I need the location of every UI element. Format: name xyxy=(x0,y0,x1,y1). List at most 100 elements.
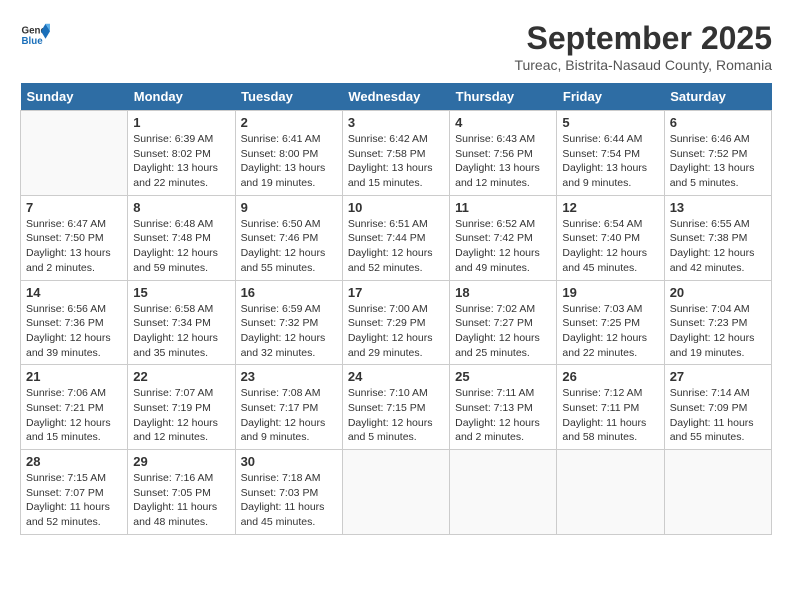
calendar-cell: 20 Sunrise: 7:04 AMSunset: 7:23 PMDayligh… xyxy=(664,280,771,365)
calendar-cell: 18 Sunrise: 7:02 AMSunset: 7:27 PMDayligh… xyxy=(450,280,557,365)
calendar-cell: 17 Sunrise: 7:00 AMSunset: 7:29 PMDayligh… xyxy=(342,280,449,365)
day-number: 8 xyxy=(133,200,229,215)
day-info: Sunrise: 7:18 AMSunset: 7:03 PMDaylight:… xyxy=(241,471,337,530)
day-number: 25 xyxy=(455,369,551,384)
day-info: Sunrise: 7:15 AMSunset: 7:07 PMDaylight:… xyxy=(26,471,122,530)
day-number: 15 xyxy=(133,285,229,300)
logo: General Blue xyxy=(20,20,50,50)
day-number: 2 xyxy=(241,115,337,130)
calendar-cell: 14 Sunrise: 6:56 AMSunset: 7:36 PMDayligh… xyxy=(21,280,128,365)
day-info: Sunrise: 7:12 AMSunset: 7:11 PMDaylight:… xyxy=(562,386,658,445)
calendar-cell: 10Sunrise: 6:51 AMSunset: 7:44 PMDayligh… xyxy=(342,195,449,280)
day-number: 23 xyxy=(241,369,337,384)
calendar-cell: 5Sunrise: 6:44 AMSunset: 7:54 PMDaylight… xyxy=(557,111,664,196)
calendar-cell xyxy=(450,450,557,535)
week-row-2: 7 Sunrise: 6:47 AMSunset: 7:50 PMDaylight… xyxy=(21,195,772,280)
day-number: 11 xyxy=(455,200,551,215)
day-info: Sunrise: 6:43 AMSunset: 7:56 PMDaylight:… xyxy=(455,132,551,191)
day-number: 19 xyxy=(562,285,658,300)
week-row-1: 1 Sunrise: 6:39 AMSunset: 8:02 PMDaylight… xyxy=(21,111,772,196)
calendar-cell: 30 Sunrise: 7:18 AMSunset: 7:03 PMDayligh… xyxy=(235,450,342,535)
calendar-cell: 9 Sunrise: 6:50 AMSunset: 7:46 PMDaylight… xyxy=(235,195,342,280)
calendar-cell: 12 Sunrise: 6:54 AMSunset: 7:40 PMDayligh… xyxy=(557,195,664,280)
week-row-3: 14 Sunrise: 6:56 AMSunset: 7:36 PMDayligh… xyxy=(21,280,772,365)
day-number: 27 xyxy=(670,369,766,384)
calendar-cell xyxy=(557,450,664,535)
day-info: Sunrise: 6:47 AMSunset: 7:50 PMDaylight:… xyxy=(26,217,122,276)
day-number: 12 xyxy=(562,200,658,215)
weekday-header-row: SundayMondayTuesdayWednesdayThursdayFrid… xyxy=(21,83,772,111)
day-info: Sunrise: 7:14 AMSunset: 7:09 PMDaylight:… xyxy=(670,386,766,445)
day-number: 16 xyxy=(241,285,337,300)
day-info: Sunrise: 6:39 AMSunset: 8:02 PMDaylight:… xyxy=(133,132,229,191)
weekday-header-wednesday: Wednesday xyxy=(342,83,449,111)
day-info: Sunrise: 7:11 AMSunset: 7:13 PMDaylight:… xyxy=(455,386,551,445)
calendar-header: SundayMondayTuesdayWednesdayThursdayFrid… xyxy=(21,83,772,111)
day-number: 10 xyxy=(348,200,444,215)
calendar-cell xyxy=(21,111,128,196)
calendar-cell: 23 Sunrise: 7:08 AMSunset: 7:17 PMDayligh… xyxy=(235,365,342,450)
calendar-cell: 21Sunrise: 7:06 AMSunset: 7:21 PMDayligh… xyxy=(21,365,128,450)
day-number: 1 xyxy=(133,115,229,130)
day-info: Sunrise: 7:04 AMSunset: 7:23 PMDaylight:… xyxy=(670,302,766,361)
day-info: Sunrise: 7:08 AMSunset: 7:17 PMDaylight:… xyxy=(241,386,337,445)
calendar-cell: 6 Sunrise: 6:46 AMSunset: 7:52 PMDaylight… xyxy=(664,111,771,196)
calendar-cell: 2 Sunrise: 6:41 AMSunset: 8:00 PMDaylight… xyxy=(235,111,342,196)
week-row-5: 28 Sunrise: 7:15 AMSunset: 7:07 PMDayligh… xyxy=(21,450,772,535)
day-number: 18 xyxy=(455,285,551,300)
calendar-cell: 3Sunrise: 6:42 AMSunset: 7:58 PMDaylight… xyxy=(342,111,449,196)
weekday-header-friday: Friday xyxy=(557,83,664,111)
calendar-cell: 4Sunrise: 6:43 AMSunset: 7:56 PMDaylight… xyxy=(450,111,557,196)
day-info: Sunrise: 6:55 AMSunset: 7:38 PMDaylight:… xyxy=(670,217,766,276)
day-number: 20 xyxy=(670,285,766,300)
day-number: 29 xyxy=(133,454,229,469)
svg-text:Blue: Blue xyxy=(22,36,44,47)
day-number: 26 xyxy=(562,369,658,384)
calendar-cell: 11Sunrise: 6:52 AMSunset: 7:42 PMDayligh… xyxy=(450,195,557,280)
day-number: 13 xyxy=(670,200,766,215)
day-number: 9 xyxy=(241,200,337,215)
day-number: 17 xyxy=(348,285,444,300)
day-info: Sunrise: 7:02 AMSunset: 7:27 PMDaylight:… xyxy=(455,302,551,361)
day-number: 5 xyxy=(562,115,658,130)
calendar-cell: 26 Sunrise: 7:12 AMSunset: 7:11 PMDayligh… xyxy=(557,365,664,450)
day-info: Sunrise: 6:59 AMSunset: 7:32 PMDaylight:… xyxy=(241,302,337,361)
day-number: 7 xyxy=(26,200,122,215)
calendar-cell: 22Sunrise: 7:07 AMSunset: 7:19 PMDayligh… xyxy=(128,365,235,450)
day-number: 28 xyxy=(26,454,122,469)
logo-icon: General Blue xyxy=(20,20,50,50)
day-number: 14 xyxy=(26,285,122,300)
day-info: Sunrise: 7:00 AMSunset: 7:29 PMDaylight:… xyxy=(348,302,444,361)
day-number: 21 xyxy=(26,369,122,384)
week-row-4: 21Sunrise: 7:06 AMSunset: 7:21 PMDayligh… xyxy=(21,365,772,450)
day-info: Sunrise: 6:41 AMSunset: 8:00 PMDaylight:… xyxy=(241,132,337,191)
day-info: Sunrise: 7:03 AMSunset: 7:25 PMDaylight:… xyxy=(562,302,658,361)
day-info: Sunrise: 7:07 AMSunset: 7:19 PMDaylight:… xyxy=(133,386,229,445)
day-info: Sunrise: 6:56 AMSunset: 7:36 PMDaylight:… xyxy=(26,302,122,361)
day-info: Sunrise: 6:46 AMSunset: 7:52 PMDaylight:… xyxy=(670,132,766,191)
header: General Blue September 2025 Tureac, Bist… xyxy=(20,20,772,73)
day-number: 3 xyxy=(348,115,444,130)
day-number: 30 xyxy=(241,454,337,469)
weekday-header-saturday: Saturday xyxy=(664,83,771,111)
calendar-cell: 13 Sunrise: 6:55 AMSunset: 7:38 PMDayligh… xyxy=(664,195,771,280)
calendar-cell: 16 Sunrise: 6:59 AMSunset: 7:32 PMDayligh… xyxy=(235,280,342,365)
weekday-header-sunday: Sunday xyxy=(21,83,128,111)
calendar-cell: 25 Sunrise: 7:11 AMSunset: 7:13 PMDayligh… xyxy=(450,365,557,450)
day-info: Sunrise: 7:16 AMSunset: 7:05 PMDaylight:… xyxy=(133,471,229,530)
day-number: 6 xyxy=(670,115,766,130)
calendar-cell: 15Sunrise: 6:58 AMSunset: 7:34 PMDayligh… xyxy=(128,280,235,365)
calendar-cell xyxy=(342,450,449,535)
day-info: Sunrise: 6:48 AMSunset: 7:48 PMDaylight:… xyxy=(133,217,229,276)
calendar-body: 1 Sunrise: 6:39 AMSunset: 8:02 PMDaylight… xyxy=(21,111,772,535)
calendar-table: SundayMondayTuesdayWednesdayThursdayFrid… xyxy=(20,83,772,535)
calendar-cell: 19 Sunrise: 7:03 AMSunset: 7:25 PMDayligh… xyxy=(557,280,664,365)
day-info: Sunrise: 6:54 AMSunset: 7:40 PMDaylight:… xyxy=(562,217,658,276)
calendar-cell: 1 Sunrise: 6:39 AMSunset: 8:02 PMDaylight… xyxy=(128,111,235,196)
weekday-header-thursday: Thursday xyxy=(450,83,557,111)
day-info: Sunrise: 7:10 AMSunset: 7:15 PMDaylight:… xyxy=(348,386,444,445)
month-title: September 2025 xyxy=(514,20,772,57)
day-info: Sunrise: 6:50 AMSunset: 7:46 PMDaylight:… xyxy=(241,217,337,276)
weekday-header-monday: Monday xyxy=(128,83,235,111)
title-area: September 2025 Tureac, Bistrita-Nasaud C… xyxy=(514,20,772,73)
